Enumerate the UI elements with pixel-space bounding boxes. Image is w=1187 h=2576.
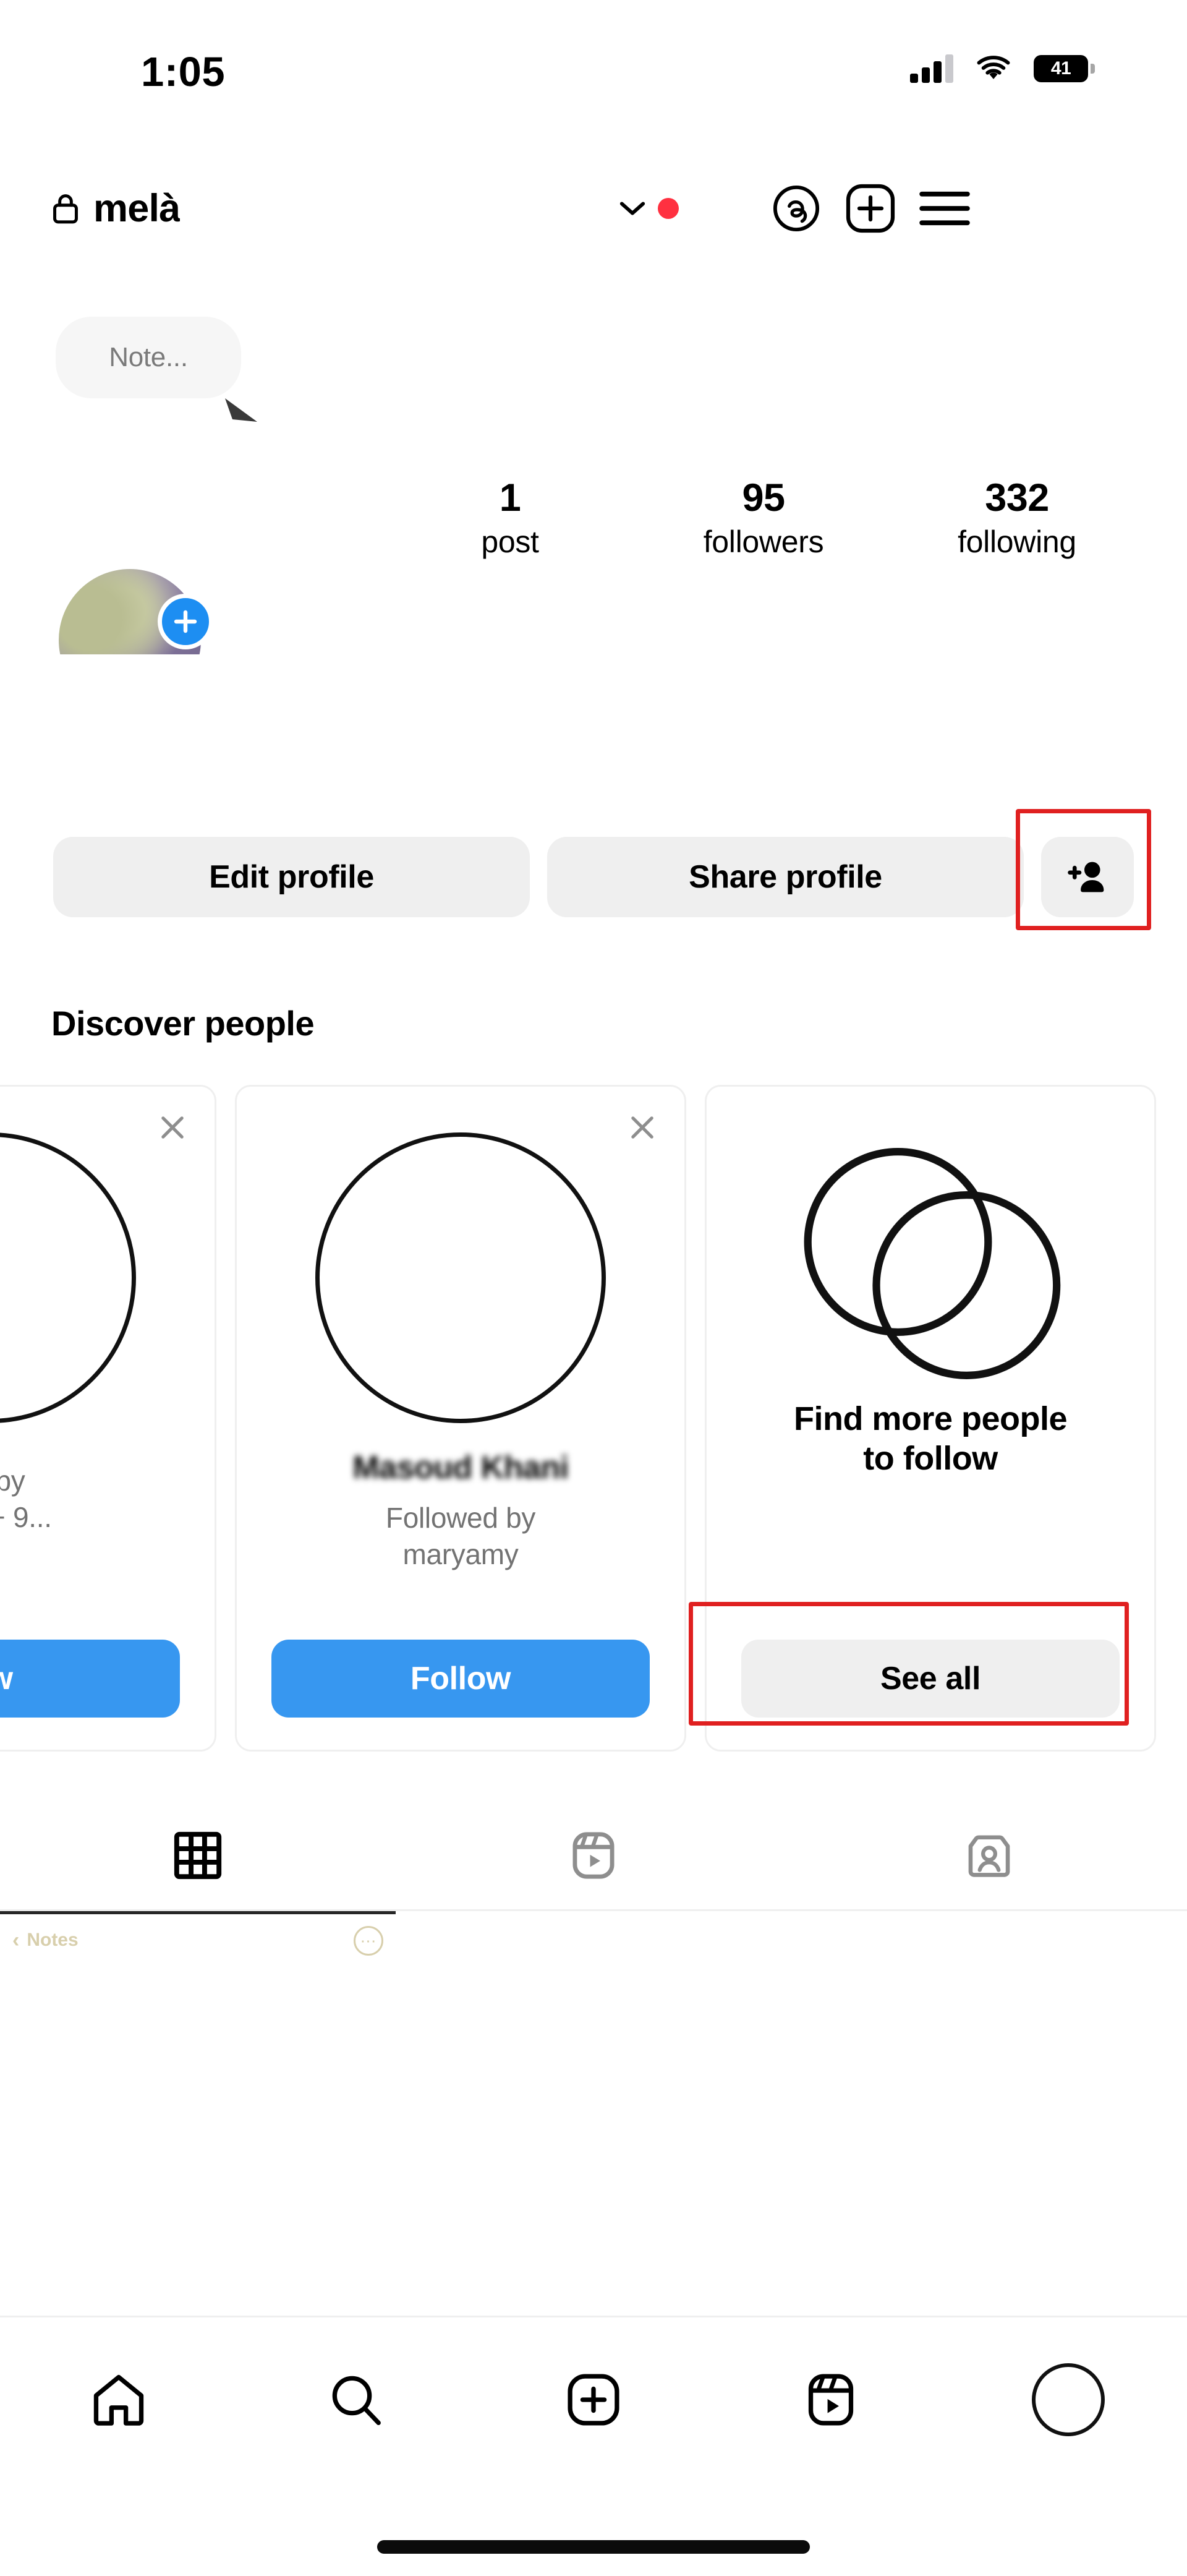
account-switcher-button[interactable] xyxy=(618,198,679,219)
instagram-profile-screen: 1:05 41 melà Note... 1 post 95 followers… xyxy=(0,0,1187,2576)
home-icon xyxy=(93,2374,144,2426)
nav-profile[interactable] xyxy=(950,2363,1187,2436)
suggestion-subtitle-line1: Followed by xyxy=(385,1502,536,1534)
lock-icon xyxy=(53,194,78,224)
note-bubble-tail xyxy=(225,398,257,422)
suggestion-subtitle-line2: maryamy xyxy=(402,1538,519,1570)
bottom-nav-divider xyxy=(0,2316,1187,2317)
add-story-button[interactable] xyxy=(158,594,213,649)
app-header: melà xyxy=(0,168,1187,249)
nav-search[interactable] xyxy=(237,2371,475,2428)
close-icon[interactable] xyxy=(626,1111,658,1144)
suggestion-subtitle: ed by mali + 9... xyxy=(0,1463,52,1536)
profile-summary: 1 post 95 followers 332 following xyxy=(0,470,1187,674)
menu-button[interactable] xyxy=(908,174,982,242)
suggestion-name: Masoud Khani xyxy=(352,1450,569,1486)
note-placeholder: Note... xyxy=(109,342,188,372)
posts-count: 1 xyxy=(499,476,521,520)
discover-people-button[interactable] xyxy=(1041,837,1134,917)
username-button[interactable]: melà xyxy=(51,186,180,231)
nav-home[interactable] xyxy=(0,2371,237,2428)
edit-profile-button[interactable]: Edit profile xyxy=(53,837,530,917)
battery-level: 41 xyxy=(1050,58,1071,79)
create-plus-icon xyxy=(568,2374,619,2426)
search-icon xyxy=(332,2376,381,2425)
stat-following[interactable]: 332 following xyxy=(890,476,1144,560)
reels-icon xyxy=(572,1832,615,1879)
find-more-title-line1: Find more people xyxy=(793,1400,1068,1437)
note-bubble[interactable]: Note... xyxy=(56,317,241,398)
plus-icon xyxy=(174,610,197,633)
see-all-button[interactable]: See all xyxy=(741,1640,1120,1718)
profile-action-buttons: Edit profile Share profile xyxy=(0,828,1187,926)
profile-avatar-icon xyxy=(1032,2363,1105,2436)
tagged-icon xyxy=(968,1835,1010,1877)
hamburger-menu-icon xyxy=(919,191,970,226)
find-more-title: Find more people to follow xyxy=(793,1400,1068,1478)
suggestion-avatar xyxy=(0,1132,136,1423)
grid-icon xyxy=(174,1831,222,1880)
reels-icon xyxy=(808,2374,854,2426)
suggestion-card[interactable]: ed by mali + 9... ow xyxy=(0,1085,216,1752)
posts-label: post xyxy=(481,524,539,559)
notes-back-label: Notes xyxy=(27,1930,79,1950)
followers-count: 95 xyxy=(742,476,785,520)
stat-followers[interactable]: 95 followers xyxy=(637,476,890,560)
overlapping-circles-icon xyxy=(804,1148,1061,1379)
more-options-icon[interactable]: ⋯ xyxy=(354,1926,383,1956)
status-indicators: 41 xyxy=(910,54,1095,83)
avatar[interactable] xyxy=(59,569,219,662)
share-profile-button[interactable]: Share profile xyxy=(547,837,1024,917)
followers-label: followers xyxy=(703,524,824,559)
wifi-icon xyxy=(977,56,1010,79)
chevron-down-icon xyxy=(619,202,645,215)
find-more-people-card[interactable]: Find more people to follow See all xyxy=(705,1085,1156,1752)
suggestion-subtitle-line2: mali + 9... xyxy=(0,1500,52,1533)
chevron-left-icon: ‹ xyxy=(12,1928,20,1952)
plus-box-icon xyxy=(846,184,895,233)
username-label: melà xyxy=(93,187,181,230)
discover-people-heading: Discover people xyxy=(51,1004,315,1043)
threads-button[interactable] xyxy=(759,174,833,242)
cellular-signal-icon xyxy=(910,54,953,83)
tab-posts[interactable] xyxy=(0,1797,396,1914)
notification-dot xyxy=(658,198,679,219)
suggestion-subtitle: Followed by maryamy xyxy=(386,1500,535,1573)
follow-button[interactable]: ow xyxy=(0,1640,180,1718)
close-icon[interactable] xyxy=(156,1111,189,1144)
threads-icon xyxy=(773,185,820,232)
posts-grid-empty-area xyxy=(0,1987,1187,2315)
bottom-navigation-bar xyxy=(0,2319,1187,2480)
add-person-icon xyxy=(1068,862,1104,892)
status-time: 1:05 xyxy=(141,49,226,95)
nav-reels[interactable] xyxy=(712,2371,950,2428)
suggestion-subtitle-line1: ed by xyxy=(0,1465,25,1497)
follow-button[interactable]: Follow xyxy=(271,1640,650,1718)
suggestion-avatar xyxy=(315,1132,606,1423)
home-indicator xyxy=(377,2540,810,2554)
battery-icon: 41 xyxy=(1034,55,1095,82)
discover-people-carousel[interactable]: ed by mali + 9... ow Masoud Khani Follow… xyxy=(0,1085,1187,1754)
suggestion-card[interactable]: Masoud Khani Followed by maryamy Follow xyxy=(235,1085,686,1752)
profile-stats: 1 post 95 followers 332 following xyxy=(383,476,1144,560)
stat-posts[interactable]: 1 post xyxy=(383,476,637,560)
content-tab-bar xyxy=(0,1797,1187,1914)
status-bar: 1:05 41 xyxy=(0,0,1187,124)
notes-back-button[interactable]: ‹ Notes xyxy=(12,1930,79,1951)
following-count: 332 xyxy=(985,476,1049,520)
header-actions xyxy=(618,174,982,242)
tab-tagged[interactable] xyxy=(791,1797,1187,1914)
tab-bar-divider xyxy=(0,1909,1187,1911)
create-button[interactable] xyxy=(833,174,908,242)
nav-create[interactable] xyxy=(475,2371,712,2428)
tab-reels[interactable] xyxy=(396,1797,791,1914)
following-label: following xyxy=(958,524,1076,559)
find-more-title-line2: to follow xyxy=(863,1439,998,1477)
ghost-notes-overlay: ‹ Notes ⋯ xyxy=(0,1917,1187,1985)
